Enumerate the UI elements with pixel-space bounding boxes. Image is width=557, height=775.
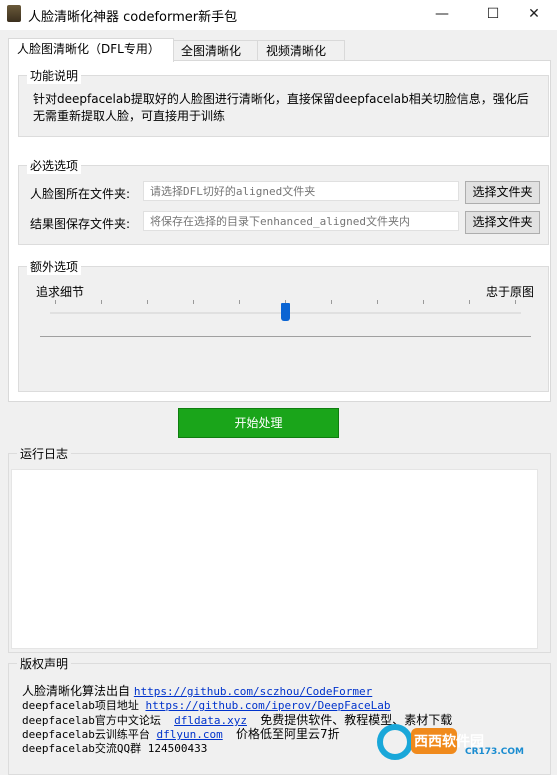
slider-thumb[interactable] xyxy=(281,303,290,321)
browse-input-button[interactable]: 选择文件夹 xyxy=(465,181,540,204)
title-bar: 人脸清晰化神器 codeformer新手包 — ☐ ✕ xyxy=(0,0,557,30)
slider-tick xyxy=(193,300,194,304)
required-options-title: 必选选项 xyxy=(27,157,82,174)
description-group: 功能说明 针对deepfacelab提取好的人脸图进行清晰化，直接保留deepf… xyxy=(18,67,549,137)
site-watermark-logo: 西西软件园 CR173.COM xyxy=(373,722,553,762)
log-title: 运行日志 xyxy=(17,445,72,462)
description-text: 针对deepfacelab提取好的人脸图进行清晰化，直接保留deepfacela… xyxy=(33,92,529,123)
log-output[interactable] xyxy=(11,469,538,649)
fidelity-label: 忠于原图 xyxy=(486,285,535,299)
output-folder-field[interactable] xyxy=(143,211,459,231)
slider-tick xyxy=(239,300,240,304)
slider-tick xyxy=(331,300,332,304)
slider-tick xyxy=(423,300,424,304)
separator-line xyxy=(40,336,531,337)
close-button[interactable]: ✕ xyxy=(511,0,557,30)
slider-tick xyxy=(147,300,148,304)
minimize-button[interactable]: — xyxy=(419,0,465,30)
tab-full-image[interactable]: 全图清晰化 xyxy=(172,40,260,61)
browse-output-button[interactable]: 选择文件夹 xyxy=(465,211,540,234)
copyright-title: 版权声明 xyxy=(17,655,72,672)
window-title: 人脸清晰化神器 codeformer新手包 xyxy=(28,10,238,25)
dfl-cloud-tail: 价格低至阿里云7折 xyxy=(235,727,340,741)
tab-face-enhance[interactable]: 人脸图清晰化（DFL专用） xyxy=(8,38,174,62)
slider-tick xyxy=(469,300,470,304)
app-icon xyxy=(7,5,21,22)
watermark-text-sub: CR173.COM xyxy=(465,747,524,757)
extra-options-group: 额外选项 xyxy=(18,258,549,392)
start-processing-button[interactable]: 开始处理 xyxy=(178,408,339,438)
slider-tick xyxy=(515,300,516,304)
slider-tick xyxy=(55,300,56,304)
maximize-button[interactable]: ☐ xyxy=(470,0,516,30)
tab-video[interactable]: 视频清晰化 xyxy=(257,40,345,61)
input-folder-field[interactable] xyxy=(143,181,459,201)
slider-tick xyxy=(377,300,378,304)
input-folder-label: 人脸图所在文件夹: xyxy=(30,187,131,201)
detail-label: 追求细节 xyxy=(36,285,85,299)
algorithm-source-text: 人脸清晰化算法出自 xyxy=(22,684,131,698)
extra-options-title: 额外选项 xyxy=(27,258,82,275)
copyright-line-5: deepfacelab交流QQ群 124500433 xyxy=(22,740,207,756)
slider-tick xyxy=(101,300,102,304)
qq-group-text: deepfacelab交流QQ群 124500433 xyxy=(22,742,208,755)
output-folder-label: 结果图保存文件夹: xyxy=(30,217,131,231)
description-title: 功能说明 xyxy=(27,67,82,84)
